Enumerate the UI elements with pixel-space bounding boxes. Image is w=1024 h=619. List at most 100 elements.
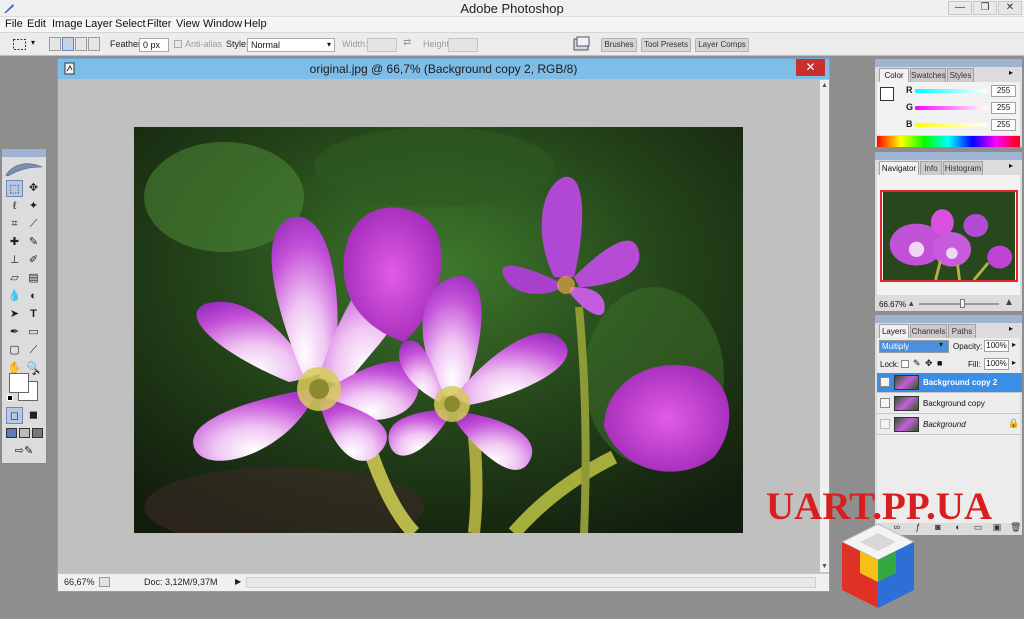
gradient-tool-icon[interactable]: ▤ — [25, 270, 42, 287]
notes-tool-icon[interactable]: ▢ — [6, 342, 23, 359]
tab-navigator[interactable]: Navigator — [879, 161, 919, 175]
path-selection-tool-icon[interactable]: ➤ — [6, 306, 23, 323]
menu-filter[interactable]: Filter — [147, 17, 171, 31]
lock-position-icon[interactable]: ✥ — [925, 358, 933, 369]
close-document-button[interactable]: ✕ — [796, 59, 825, 76]
width-input[interactable] — [367, 38, 397, 52]
dodge-tool-icon[interactable]: ◐ — [25, 288, 42, 305]
add-to-selection-button[interactable] — [62, 37, 74, 51]
history-brush-tool-icon[interactable]: ✐ — [25, 252, 42, 269]
well-tab-layer-comps[interactable]: Layer Comps — [695, 38, 749, 52]
type-tool-icon[interactable]: T — [25, 306, 42, 323]
new-selection-button[interactable] — [49, 37, 61, 51]
clone-stamp-tool-icon[interactable]: ⊥ — [6, 252, 23, 269]
opacity-arrow-icon[interactable]: ▸ — [1012, 340, 1016, 349]
well-tab-brushes[interactable]: Brushes — [601, 38, 637, 52]
menu-help[interactable]: Help — [244, 17, 267, 31]
new-layer-icon[interactable]: ▣ — [992, 522, 1002, 532]
layers-menu-icon[interactable]: ▸ — [1009, 324, 1013, 333]
visibility-eye-icon[interactable] — [880, 419, 890, 429]
brush-tool-icon[interactable]: ✎ — [25, 234, 42, 251]
subtract-selection-button[interactable] — [75, 37, 87, 51]
crop-tool-icon[interactable]: ⌗ — [6, 216, 23, 233]
status-menu-arrow-icon[interactable]: ▶ — [235, 577, 241, 586]
visibility-eye-icon[interactable] — [880, 398, 890, 408]
layer-row-background-copy[interactable]: Background copy — [877, 394, 1022, 414]
navigator-zoom-slider[interactable] — [919, 303, 999, 305]
tab-layers[interactable]: Layers — [879, 324, 909, 338]
style-select[interactable]: Normal ▾ — [247, 38, 335, 52]
opacity-input[interactable]: 100% — [984, 340, 1009, 352]
visibility-eye-icon[interactable] — [880, 377, 890, 387]
photoshop-feather-icon[interactable] — [4, 159, 44, 177]
lock-all-icon[interactable]: ■ — [937, 358, 942, 368]
delete-layer-icon[interactable]: 🗑 — [1010, 522, 1021, 532]
tab-paths[interactable]: Paths — [948, 324, 976, 338]
healing-brush-tool-icon[interactable]: ✚ — [6, 234, 23, 251]
preset-chevron-down-icon[interactable]: ▾ — [31, 38, 35, 47]
antialias-checkbox[interactable] — [174, 40, 182, 48]
slice-tool-icon[interactable]: ⟋ — [25, 216, 42, 233]
close-app-button[interactable]: ✕ — [998, 1, 1022, 15]
tab-styles[interactable]: Styles — [947, 68, 974, 82]
standard-mode-icon[interactable]: ◻ — [6, 407, 23, 424]
canvas-area[interactable] — [64, 80, 819, 572]
swap-colors-icon[interactable]: ↶ — [32, 369, 40, 380]
document-title-bar[interactable]: original.jpg @ 66,7% (Background copy 2,… — [58, 59, 829, 79]
horizontal-scrollbar[interactable] — [246, 577, 816, 588]
channel-g-slider[interactable] — [915, 106, 987, 110]
screen-mode-full-icon[interactable] — [32, 428, 43, 438]
minimize-button[interactable]: — — [948, 1, 972, 15]
flower-photo-image[interactable] — [134, 127, 743, 533]
intersect-selection-button[interactable] — [88, 37, 100, 51]
menu-layer[interactable]: Layer — [85, 17, 113, 31]
channel-r-slider[interactable] — [915, 89, 987, 93]
pen-tool-icon[interactable]: ✒ — [6, 324, 23, 341]
shape-tool-icon[interactable]: ▭ — [25, 324, 42, 341]
scroll-up-icon[interactable]: ▲ — [821, 82, 828, 89]
channel-r-value[interactable]: 255 — [991, 85, 1016, 97]
lock-image-icon[interactable]: ✎ — [913, 358, 921, 369]
screen-mode-full-menu-icon[interactable] — [19, 428, 30, 438]
rect-marquee-tool-icon[interactable]: ⬚ — [6, 180, 23, 197]
tab-histogram[interactable]: Histogram — [943, 161, 983, 175]
rect-marquee-preset-icon[interactable] — [12, 38, 28, 52]
fill-input[interactable]: 100% — [984, 358, 1009, 370]
tab-color[interactable]: Color — [879, 68, 909, 82]
zoom-in-icon[interactable]: ▲ — [1004, 297, 1014, 308]
fg-color-swatch[interactable] — [880, 87, 894, 101]
menu-select[interactable]: Select — [115, 17, 146, 31]
feather-input[interactable]: 0 px — [139, 38, 169, 52]
well-tab-tool-presets[interactable]: Tool Presets — [641, 38, 691, 52]
lasso-tool-icon[interactable]: ℓ — [6, 198, 23, 215]
height-input[interactable] — [448, 38, 478, 52]
screen-mode-standard-icon[interactable] — [6, 428, 17, 438]
navigator-palette-header[interactable] — [875, 152, 1022, 160]
move-tool-icon[interactable]: ✥ — [25, 180, 42, 197]
navigator-zoom-thumb[interactable] — [960, 299, 965, 308]
channel-b-value[interactable]: 255 — [991, 119, 1016, 131]
restore-button[interactable]: ❐ — [973, 1, 997, 15]
zoom-out-icon[interactable]: ▴ — [909, 298, 914, 309]
tab-swatches[interactable]: Swatches — [910, 68, 946, 82]
menu-window[interactable]: Window — [203, 17, 242, 31]
file-browser-icon[interactable] — [573, 36, 591, 53]
zoom-level[interactable]: 66,67% — [64, 577, 95, 587]
eraser-tool-icon[interactable]: ▱ — [6, 270, 23, 287]
channel-g-value[interactable]: 255 — [991, 102, 1016, 114]
layer-row-background[interactable]: Background 🔒 — [877, 415, 1022, 435]
color-palette-header[interactable] — [875, 59, 1022, 67]
toolbox-header[interactable] — [2, 149, 46, 157]
menu-edit[interactable]: Edit — [27, 17, 46, 31]
menu-view[interactable]: View — [176, 17, 200, 31]
menu-image[interactable]: Image — [52, 17, 83, 31]
default-colors-icon[interactable] — [7, 395, 13, 401]
eyedropper-tool-icon[interactable]: ⟋ — [25, 342, 42, 359]
quick-mask-mode-icon[interactable]: ◼ — [25, 407, 42, 424]
blur-tool-icon[interactable]: 💧 — [6, 288, 23, 305]
menu-file[interactable]: File — [5, 17, 23, 31]
lock-transparent-icon[interactable] — [901, 360, 909, 368]
scroll-down-icon[interactable]: ▼ — [821, 563, 828, 570]
color-palette-menu-icon[interactable]: ▸ — [1009, 68, 1013, 77]
navigator-preview-image[interactable] — [880, 190, 1018, 282]
